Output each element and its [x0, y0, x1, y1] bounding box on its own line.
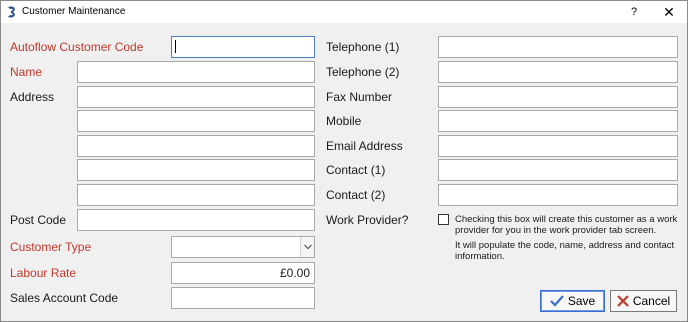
- window-title: Customer Maintenance: [22, 6, 126, 17]
- contact1-label: Contact (1): [326, 163, 386, 177]
- telephone1-label: Telephone (1): [326, 40, 400, 54]
- work-provider-note: Checking this box will create this custo…: [455, 214, 678, 236]
- chevron-down-icon: [304, 244, 312, 250]
- customer-maintenance-window: Customer Maintenance ? ✕ Autoflow Custom…: [0, 0, 688, 322]
- address-line-4-input[interactable]: [77, 159, 315, 181]
- save-label: Save: [567, 294, 596, 308]
- save-button[interactable]: Save: [540, 290, 605, 312]
- dropdown-arrow[interactable]: [300, 237, 314, 257]
- cancel-button[interactable]: Cancel: [610, 290, 677, 312]
- check-icon: [550, 295, 564, 307]
- telephone1-input[interactable]: [438, 36, 678, 58]
- work-provider-checkbox[interactable]: [438, 214, 449, 225]
- address-line-1-input[interactable]: [77, 86, 315, 108]
- autoflow-code-input[interactable]: [171, 36, 315, 58]
- name-label: Name: [10, 65, 43, 79]
- mobile-input[interactable]: [438, 110, 678, 132]
- close-icon: [617, 295, 629, 307]
- email-address-input[interactable]: [438, 135, 678, 157]
- title-bar: Customer Maintenance ? ✕: [1, 1, 687, 23]
- name-input[interactable]: [77, 61, 315, 83]
- contact1-input[interactable]: [438, 159, 678, 181]
- help-button[interactable]: ?: [623, 2, 645, 22]
- post-code-label: Post Code: [10, 213, 67, 227]
- customer-type-select[interactable]: [171, 236, 315, 258]
- sales-account-code-input[interactable]: [171, 287, 315, 309]
- text-caret: [175, 40, 176, 53]
- autoflow-code-label: Autoflow Customer Code: [10, 40, 144, 54]
- address-line-5-input[interactable]: [77, 184, 315, 206]
- work-provider-label: Work Provider?: [326, 213, 409, 227]
- email-address-label: Email Address: [326, 139, 403, 153]
- cancel-label: Cancel: [632, 294, 671, 308]
- work-provider-note-2: It will populate the code, name, address…: [455, 240, 675, 262]
- sales-account-code-label: Sales Account Code: [10, 291, 119, 305]
- close-button[interactable]: ✕: [657, 2, 681, 22]
- fax-number-label: Fax Number: [326, 90, 393, 104]
- customer-type-label: Customer Type: [10, 240, 92, 254]
- address-line-3-input[interactable]: [77, 135, 315, 157]
- contact2-input[interactable]: [438, 184, 678, 206]
- app-icon: [8, 6, 15, 18]
- address-line-2-input[interactable]: [77, 110, 315, 132]
- labour-rate-input[interactable]: £0.00: [171, 262, 315, 284]
- labour-rate-label: Labour Rate: [10, 266, 77, 280]
- post-code-input[interactable]: [77, 209, 315, 231]
- fax-number-input[interactable]: [438, 86, 678, 108]
- mobile-label: Mobile: [326, 114, 362, 128]
- contact2-label: Contact (2): [326, 188, 386, 202]
- telephone2-label: Telephone (2): [326, 65, 400, 79]
- address-label: Address: [10, 90, 55, 104]
- telephone2-input[interactable]: [438, 61, 678, 83]
